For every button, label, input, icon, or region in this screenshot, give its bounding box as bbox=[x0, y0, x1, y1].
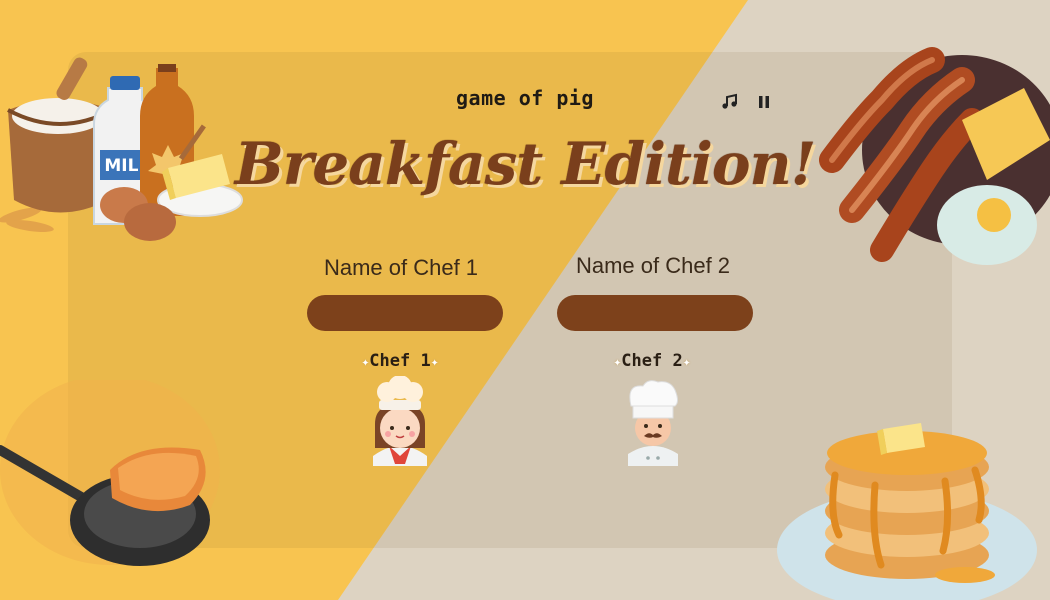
game-title: game of pig bbox=[456, 86, 594, 110]
chef1-avatar-girl[interactable] bbox=[365, 376, 435, 466]
chef2-name-label: Name of Chef 2 bbox=[575, 253, 731, 278]
chef1-tag: ✦Chef 1✦ bbox=[330, 351, 470, 371]
pancake-stack-illustration bbox=[777, 423, 1037, 600]
edition-headline: Breakfast Edition! bbox=[234, 130, 816, 198]
chef1-name-input[interactable] bbox=[307, 295, 503, 331]
chef1-tag-text: Chef 1 bbox=[369, 351, 431, 371]
chef2-tag-text: Chef 2 bbox=[621, 351, 683, 371]
pause-icon bbox=[759, 96, 769, 108]
frying-pan-illustration bbox=[0, 380, 220, 566]
music-toggle-button[interactable] bbox=[720, 92, 740, 112]
chef2-tag: ✦Chef 2✦ bbox=[582, 351, 722, 371]
sparkle-icon: ✦ bbox=[682, 355, 691, 370]
chef2-avatar-mustache[interactable] bbox=[618, 376, 688, 466]
chef2-name-input[interactable] bbox=[557, 295, 753, 331]
chef1-name-label: Name of Chef 1 bbox=[323, 255, 479, 280]
pause-button[interactable] bbox=[754, 92, 774, 112]
sparkle-icon: ✦ bbox=[430, 355, 439, 370]
music-note-icon bbox=[722, 93, 737, 109]
